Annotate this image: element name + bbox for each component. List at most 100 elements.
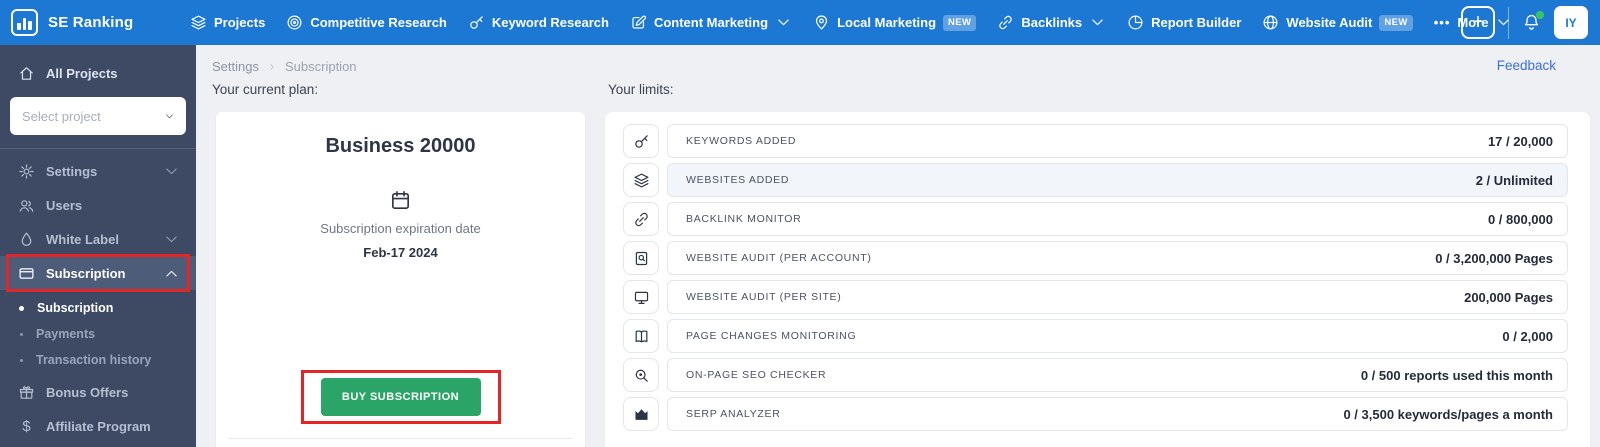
sidebar-item-label: Subscription (46, 265, 126, 281)
limit-label: BACKLINK MONITOR (686, 213, 802, 225)
current-plan-heading: Your current plan: (212, 82, 319, 97)
layers-icon (633, 172, 650, 189)
limits-card: KEYWORDS ADDED 17 / 20,000 WEBSITES ADDE… (605, 112, 1590, 447)
pie-icon (1127, 14, 1144, 31)
calendar-icon (389, 189, 412, 212)
search-icon (633, 367, 650, 384)
dots-icon: ••• (1433, 15, 1451, 30)
nav-item-competitive-research[interactable]: Competitive Research (286, 14, 447, 31)
sidebar-subitem-transaction-history[interactable]: Transaction history (0, 347, 196, 373)
credit-card-icon (18, 265, 35, 282)
nav-label: Content Marketing (653, 15, 769, 30)
add-project-button[interactable]: + (1461, 6, 1495, 39)
doc-search-icon (633, 250, 650, 267)
nav-item-backlinks[interactable]: Backlinks (997, 14, 1106, 31)
limit-label: PAGE CHANGES MONITORING (686, 330, 857, 342)
chevron-down-icon (164, 111, 175, 122)
top-navbar: SE Ranking Projects Competitive Research… (0, 0, 1600, 45)
plan-card-divider (228, 438, 573, 439)
bullet-icon (19, 305, 24, 311)
sidebar-item-white-label[interactable]: White Label (0, 222, 196, 256)
breadcrumb-subscription: Subscription (284, 59, 357, 74)
limit-value: 17 / 20,000 (1487, 133, 1553, 149)
buy-subscription-button[interactable]: BUY SUBSCRIPTION (320, 378, 481, 416)
limit-row-serp-analyzer: SERP ANALYZER 0 / 3,500 keywords/pages a… (623, 397, 1568, 431)
key-icon (633, 133, 650, 150)
sidebar-item-label: Affiliate Program (46, 418, 151, 434)
nav-item-report-builder[interactable]: Report Builder (1127, 14, 1241, 31)
home-icon (18, 65, 35, 82)
sidebar-subitem-label: Subscription (37, 301, 114, 315)
nav-item-local-marketing[interactable]: Local Marketing NEW (813, 14, 977, 31)
nav-item-keyword-research[interactable]: Keyword Research (468, 14, 609, 31)
sidebar-nav: Settings Users White Label Subscription … (0, 154, 196, 443)
current-plan-card: Business 20000 Subscription expiration d… (216, 112, 585, 447)
nav-label: Keyword Research (491, 15, 609, 30)
sidebar-item-label: All Projects (46, 65, 118, 81)
link-icon (997, 14, 1014, 31)
sidebar-divider (0, 148, 196, 149)
annotation-rectangle-buy-button: BUY SUBSCRIPTION (300, 370, 501, 424)
limits-heading: Your limits: (608, 82, 674, 97)
notifications-button[interactable] (1522, 11, 1544, 32)
monitor-icon (633, 289, 650, 306)
limit-row-on-page-seo-checker: ON-PAGE SEO CHECKER 0 / 500 reports used… (623, 358, 1568, 392)
edit-icon (630, 14, 647, 31)
sidebar-item-label: Bonus Offers (46, 384, 129, 400)
feedback-link[interactable]: Feedback (1497, 58, 1556, 73)
limit-row-keywords-added: KEYWORDS ADDED 17 / 20,000 (623, 124, 1568, 158)
navbar-right-controls: + IY (1461, 0, 1588, 45)
chevron-down-icon (163, 163, 180, 180)
user-avatar[interactable]: IY (1554, 6, 1588, 39)
chevron-up-icon (163, 265, 180, 282)
drop-icon (18, 231, 35, 248)
limit-value: 0 / 3,200,000 Pages (1435, 250, 1553, 266)
expiration-label: Subscription expiration date (320, 221, 481, 236)
project-select-placeholder: Select project (22, 108, 101, 124)
limit-label: KEYWORDS ADDED (686, 135, 797, 147)
sidebar-item-all-projects[interactable]: All Projects (0, 58, 196, 88)
sidebar-subscription-submenu: Subscription Payments Transaction histor… (0, 290, 196, 375)
nav-label: Local Marketing (837, 15, 937, 30)
limit-label: ON-PAGE SEO CHECKER (686, 369, 827, 381)
sidebar-item-bonus-offers[interactable]: Bonus Offers (0, 375, 196, 409)
sidebar-item-users[interactable]: Users (0, 188, 196, 222)
bullet-icon (20, 358, 23, 362)
sidebar-subitem-label: Transaction history (36, 353, 152, 367)
sidebar-item-label: Users (46, 197, 83, 213)
sidebar-item-label: Settings (46, 163, 98, 179)
sidebar-item-affiliate-program[interactable]: $ Affiliate Program (0, 409, 196, 443)
sidebar-item-subscription[interactable]: Subscription (0, 254, 196, 292)
sidebar-item-settings[interactable]: Settings (0, 154, 196, 188)
sidebar-subitem-label: Payments (36, 327, 96, 341)
limit-label: WEBSITE AUDIT (PER SITE) (686, 291, 842, 303)
project-select-dropdown[interactable]: Select project (10, 97, 186, 135)
notification-dot (1536, 11, 1544, 19)
sidebar: All Projects Select project Settings Use… (0, 45, 196, 447)
nav-label: Projects (214, 15, 266, 30)
brand[interactable]: SE Ranking (0, 9, 190, 36)
sidebar-subitem-payments[interactable]: Payments (0, 321, 196, 347)
target-icon (286, 14, 303, 31)
plus-icon: + (1472, 10, 1484, 33)
main-content: Settings Subscription Feedback Your curr… (196, 45, 1600, 447)
layers-icon (190, 14, 207, 31)
limit-label: SERP ANALYZER (686, 408, 781, 420)
plan-name: Business 20000 (325, 135, 476, 157)
brand-name: SE Ranking (48, 14, 134, 31)
limit-value: 0 / 2,000 (1502, 328, 1553, 344)
limit-value: 0 / 500 reports used this month (1360, 367, 1553, 383)
link-icon (633, 211, 650, 228)
sidebar-item-label: White Label (46, 231, 119, 247)
breadcrumb-settings[interactable]: Settings (212, 59, 259, 74)
limit-label: WEBSITE AUDIT (PER ACCOUNT) (686, 252, 872, 264)
gear-icon (18, 163, 35, 180)
limit-label: WEBSITES ADDED (686, 174, 790, 186)
limit-row-backlink-monitor: BACKLINK MONITOR 0 / 800,000 (623, 202, 1568, 236)
nav-item-content-marketing[interactable]: Content Marketing (630, 14, 792, 31)
sidebar-subitem-subscription[interactable]: Subscription (0, 295, 196, 321)
limit-value: 200,000 Pages (1464, 289, 1553, 305)
nav-item-projects[interactable]: Projects (190, 14, 265, 31)
dollar-icon: $ (22, 417, 31, 435)
nav-item-website-audit[interactable]: Website Audit NEW (1262, 14, 1413, 31)
